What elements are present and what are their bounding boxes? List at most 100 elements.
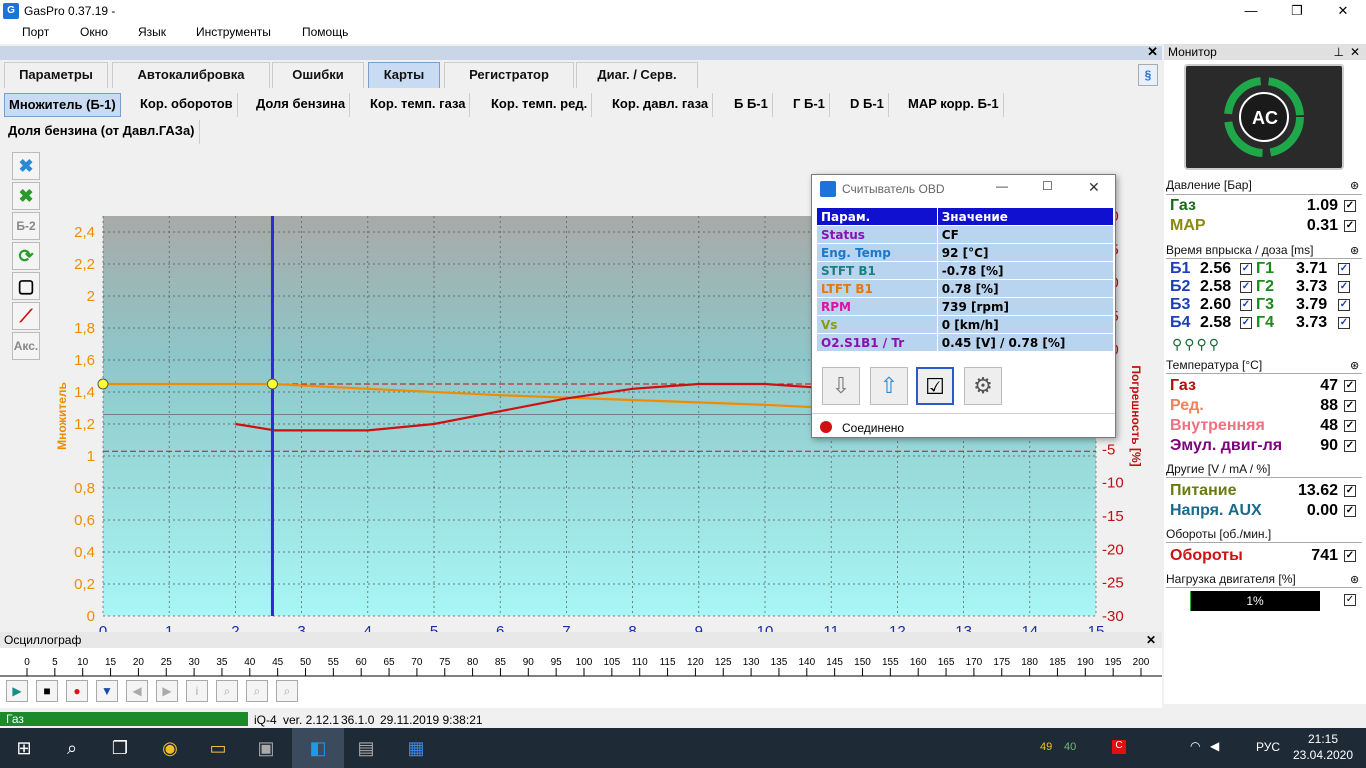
tab-b-b1[interactable]: Б Б-1	[730, 93, 773, 117]
download-icon[interactable]: ▼	[96, 680, 118, 702]
tab-errors[interactable]: Ошибки	[272, 62, 364, 88]
osc-tick-label: 40	[244, 657, 256, 668]
prev-icon[interactable]: ◀	[126, 680, 148, 702]
gas-inj-label: Г4	[1256, 314, 1274, 331]
gas-inj-checkbox[interactable]: ✓	[1338, 263, 1350, 275]
tab-parameters[interactable]: Параметры	[4, 62, 108, 88]
menu-language[interactable]: Язык	[138, 25, 166, 39]
close-icon[interactable]: ✕	[1146, 632, 1156, 648]
temp-checkbox[interactable]: ✓	[1344, 400, 1356, 412]
tray-app-icon[interactable]: C	[1112, 740, 1126, 754]
tab-gas-temp-corr[interactable]: Кор. темп. газа	[366, 93, 471, 117]
tab-diag[interactable]: Диаг. / Серв.	[576, 62, 698, 88]
menu-help[interactable]: Помощь	[302, 25, 348, 39]
aux-checkbox[interactable]: ✓	[1344, 505, 1356, 517]
osc-tick-label: 25	[161, 657, 173, 668]
tab-g-b1[interactable]: Г Б-1	[789, 93, 830, 117]
collapse-icon[interactable]: ⊛	[1350, 359, 1359, 372]
record-icon[interactable]: ●	[66, 680, 88, 702]
osc-ruler[interactable]: 0 5 10 15 20 25 30 35 40 45 50 55 60 65 70 75 80 85 90 95 10…	[0, 654, 1162, 682]
close-icon[interactable]: ✕	[1147, 44, 1158, 60]
power-checkbox[interactable]: ✓	[1344, 485, 1356, 497]
inj-row-2: Б2 2.58 ✓ Г2 3.73 ✓	[1170, 278, 1360, 296]
obd-minimize-button[interactable]: —	[996, 179, 1008, 193]
osc-tick-label: 145	[826, 657, 843, 668]
maximize-button[interactable]: ❐	[1274, 0, 1320, 22]
language-indicator[interactable]: РУС	[1256, 740, 1280, 754]
inj-checkbox[interactable]: ✓	[1240, 317, 1252, 329]
tab-gas-press-corr[interactable]: Кор. давл. газа	[608, 93, 714, 117]
windows-start-icon[interactable]: ⊞	[0, 728, 48, 768]
obd-maximize-button[interactable]: ☐	[1042, 179, 1053, 193]
app-icon-3[interactable]: ▦	[392, 728, 440, 768]
clock-time[interactable]: 21:15	[1298, 732, 1348, 746]
obd-app-icon	[820, 181, 836, 197]
collapse-icon[interactable]: ⊛	[1350, 244, 1359, 257]
next-icon[interactable]: ▶	[156, 680, 178, 702]
load-checkbox[interactable]: ✓	[1344, 594, 1356, 606]
tab-map-corr[interactable]: MAP корр. Б-1	[904, 93, 1004, 117]
menu-port[interactable]: Порт	[22, 25, 49, 39]
arrow-up-icon[interactable]: ⇧	[870, 367, 908, 405]
temp-checkbox[interactable]: ✓	[1344, 420, 1356, 432]
tab-red-temp-corr[interactable]: Кор. темп. ред.	[487, 93, 593, 117]
zoom-in-icon[interactable]: ⌕	[246, 680, 268, 702]
obd-close-button[interactable]: ✕	[1088, 179, 1100, 196]
tab-rpm-corr[interactable]: Кор. оборотов	[136, 93, 238, 117]
map-checkbox[interactable]: ✓	[1344, 220, 1356, 232]
collapse-icon[interactable]: ⊛	[1350, 179, 1359, 192]
wifi-icon[interactable]: ◠	[1190, 739, 1200, 753]
temp-label: Внутренняя	[1170, 417, 1265, 434]
menu-window[interactable]: Окно	[80, 25, 108, 39]
terminal-icon[interactable]: ▣	[242, 728, 290, 768]
minimize-button[interactable]: —	[1228, 0, 1274, 22]
search-icon[interactable]: ⌕	[48, 728, 96, 768]
divider	[812, 413, 1115, 414]
inj-checkbox[interactable]: ✓	[1240, 299, 1252, 311]
osc-tick-label: 150	[854, 657, 871, 668]
arrow-down-icon[interactable]: ⇩	[822, 367, 860, 405]
close-button[interactable]: ✕	[1320, 0, 1366, 22]
gas-inj-checkbox[interactable]: ✓	[1338, 299, 1350, 311]
tab-d-b1[interactable]: D Б-1	[846, 93, 889, 117]
clock-date[interactable]: 23.04.2020	[1290, 748, 1356, 762]
zoom-out-icon[interactable]: ⌕	[276, 680, 298, 702]
gas-inj-checkbox[interactable]: ✓	[1338, 317, 1350, 329]
tab-multiplier[interactable]: Множитель (Б-1)	[4, 93, 121, 117]
gaspro-icon[interactable]: ◧	[292, 728, 344, 768]
pin-icon[interactable]: ⊥	[1334, 44, 1344, 60]
stop-icon[interactable]: ■	[36, 680, 58, 702]
tab-petrol-share-gas-press[interactable]: Доля бензина (от Давл.ГАЗа)	[4, 120, 200, 144]
inj-value: 2.60	[1200, 296, 1232, 313]
help-icon[interactable]: §	[1138, 64, 1158, 86]
monitor-title: Монитор	[1168, 45, 1217, 59]
tab-autocalibration[interactable]: Автокалибровка	[112, 62, 270, 88]
chrome-icon[interactable]: ◉	[146, 728, 194, 768]
inj-checkbox[interactable]: ✓	[1240, 263, 1252, 275]
task-view-icon[interactable]: ❐	[96, 728, 144, 768]
osc-tick-label: 190	[1077, 657, 1094, 668]
gas-checkbox[interactable]: ✓	[1344, 200, 1356, 212]
tab-logger[interactable]: Регистратор	[444, 62, 574, 88]
temp-checkbox[interactable]: ✓	[1344, 380, 1356, 392]
folder-icon[interactable]: ▭	[194, 728, 242, 768]
checkbox-icon[interactable]: ☑	[916, 367, 954, 405]
tab-maps[interactable]: Карты	[368, 62, 440, 88]
collapse-icon[interactable]: ⊛	[1350, 573, 1359, 586]
rpm-checkbox[interactable]: ✓	[1344, 550, 1356, 562]
gas-inj-checkbox[interactable]: ✓	[1338, 281, 1350, 293]
zoom-icon[interactable]: ⌕	[216, 680, 238, 702]
temp-label: Газ	[1170, 377, 1196, 394]
close-icon[interactable]: ✕	[1350, 44, 1360, 60]
tab-petrol-share[interactable]: Доля бензина	[252, 93, 351, 117]
play-icon[interactable]: ▶	[6, 680, 28, 702]
clear-blue-icon[interactable]: ✖	[12, 152, 40, 180]
gear-icon[interactable]: ⚙	[964, 367, 1002, 405]
menu-tools[interactable]: Инструменты	[196, 25, 271, 39]
temp-checkbox[interactable]: ✓	[1344, 440, 1356, 452]
info-icon[interactable]: i	[186, 680, 208, 702]
volume-icon[interactable]: ◀	[1210, 739, 1219, 753]
inj-checkbox[interactable]: ✓	[1240, 281, 1252, 293]
inj-row-3: Б3 2.60 ✓ Г3 3.79 ✓	[1170, 296, 1360, 314]
app-icon-2[interactable]: ▤	[342, 728, 390, 768]
